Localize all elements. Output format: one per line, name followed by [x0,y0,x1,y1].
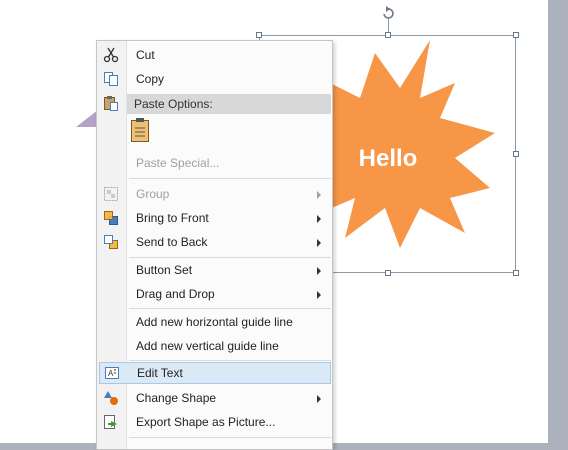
menu-item-copy[interactable]: Copy [99,68,331,90]
change-shape-icon [104,391,118,405]
menu-label-add-horizontal-guide: Add new horizontal guide line [136,315,293,329]
menu-label-group: Group [136,187,170,201]
submenu-arrow-icon [317,267,321,275]
copy-icon [104,72,118,86]
paste-keep-source-icon[interactable] [128,116,152,144]
menu-label-add-vertical-guide: Add new vertical guide line [136,339,279,353]
shape-text: Hello [359,145,418,172]
menu-item-drag-and-drop[interactable]: Drag and Drop [99,283,331,305]
menu-item-paste-special[interactable]: Paste Special... [99,152,331,174]
submenu-arrow-icon [317,239,321,247]
submenu-arrow-icon [317,215,321,223]
menu-label-cut: Cut [136,48,155,62]
svg-text:A: A [108,369,114,378]
paste-options-label: Paste Options: [134,97,213,111]
send-to-back-icon [104,235,118,249]
menu-label-button-set: Button Set [136,263,193,277]
menu-separator [129,308,331,309]
scissors-icon [103,47,119,63]
menu-item-change-shape[interactable]: Change Shape [99,387,331,409]
menu-label-copy: Copy [136,72,165,86]
group-icon [104,187,118,201]
menu-item-button-set[interactable]: Button Set [99,259,331,281]
menu-item-add-vertical-guide[interactable]: Add new vertical guide line [99,335,331,357]
menu-label-bring-to-front: Bring to Front [136,211,209,225]
resize-handle-bottom[interactable] [385,270,391,276]
menu-label-change-shape: Change Shape [136,391,217,405]
menu-separator [129,360,331,361]
menu-separator [129,257,331,258]
paste-icon [104,96,118,111]
bring-to-front-icon [104,211,118,225]
resize-handle-right[interactable] [513,151,519,157]
menu-item-export-shape[interactable]: Export Shape as Picture... [99,411,331,433]
menu-item-add-horizontal-guide[interactable]: Add new horizontal guide line [99,311,331,333]
triangle-shape[interactable] [76,110,98,127]
menu-item-send-to-back[interactable]: Send to Back [99,231,331,253]
export-picture-icon [104,415,117,429]
paste-options-header: Paste Options: [127,94,331,114]
menu-label-paste-special: Paste Special... [136,156,220,170]
resize-handle-top-right[interactable] [513,32,519,38]
menu-separator [129,178,331,179]
menu-label-export-shape: Export Shape as Picture... [136,415,276,429]
menu-separator [129,437,331,438]
menu-label-drag-and-drop: Drag and Drop [136,287,215,301]
menu-item-edit-text[interactable]: A Edit Text [99,362,331,384]
edit-text-icon: A [105,367,119,379]
submenu-arrow-icon [317,395,321,403]
rotate-handle-icon[interactable] [381,6,395,20]
resize-handle-top-left[interactable] [256,32,262,38]
submenu-arrow-icon [317,291,321,299]
submenu-arrow-icon [317,191,321,199]
menu-item-group[interactable]: Group [99,183,331,205]
resize-handle-bottom-right[interactable] [513,270,519,276]
menu-item-bring-to-front[interactable]: Bring to Front [99,207,331,229]
menu-item-cut[interactable]: Cut [99,44,331,66]
menu-label-send-to-back: Send to Back [136,235,208,249]
context-menu: Cut Copy Paste Options: Paste Special... [96,40,333,450]
menu-label-edit-text: Edit Text [137,366,183,380]
